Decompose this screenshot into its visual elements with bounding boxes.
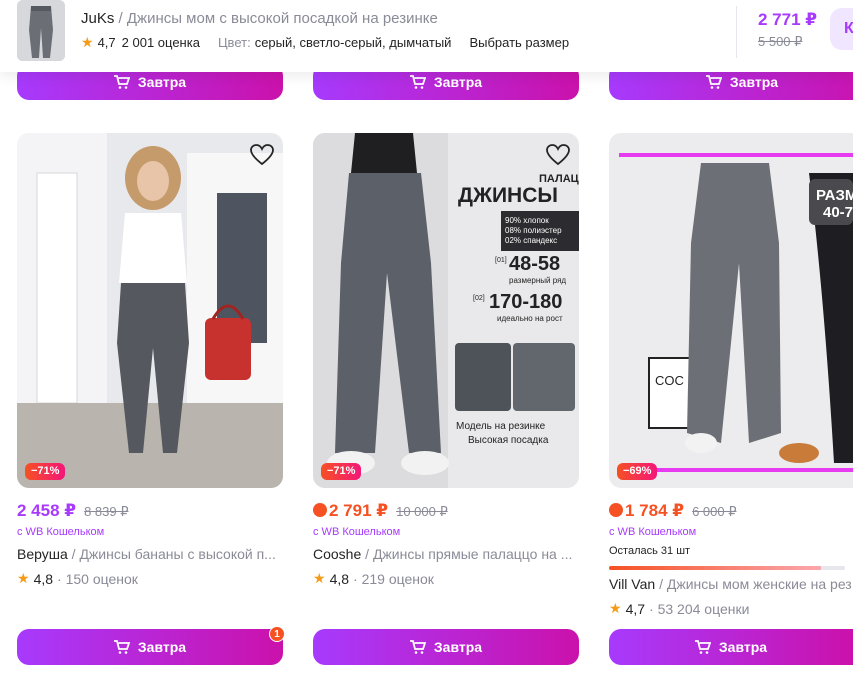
cart-icon bbox=[409, 75, 426, 89]
rating-value: 4,8 bbox=[33, 570, 54, 587]
cart-icon bbox=[113, 75, 130, 89]
add-to-cart-button[interactable]: Завтра bbox=[17, 629, 283, 665]
price-old: 10 000 ₽ bbox=[396, 504, 448, 519]
sticky-product-name: Джинсы мом с высокой посадкой на резинке bbox=[126, 10, 438, 27]
stock-progress bbox=[609, 566, 845, 570]
sticky-product-title[interactable]: JuKs / Джинсы мом с высокой посадкой на … bbox=[81, 10, 438, 27]
price-old: 6 000 ₽ bbox=[692, 504, 737, 519]
product-name: Джинсы бананы с высокой п... bbox=[79, 546, 276, 562]
stock-left: Осталась 31 шт bbox=[609, 545, 691, 557]
heart-icon[interactable] bbox=[249, 143, 275, 167]
price-now: 1 784 ₽ bbox=[625, 501, 685, 520]
select-size-link[interactable]: Выбрать размер bbox=[469, 35, 569, 50]
cart-count-badge: 1 bbox=[269, 626, 285, 642]
product-brand: Cooshe bbox=[313, 546, 362, 562]
cart-icon bbox=[694, 640, 711, 654]
cart-icon bbox=[113, 640, 130, 654]
rating-row: ★ 4,7 · 53 204 оценки bbox=[609, 600, 750, 617]
product-image[interactable]: ПАЛАЦЦО ДЖИНСЫ 90% хлопок 08% полиэстер … bbox=[313, 133, 579, 488]
image-sign: COC bbox=[655, 373, 684, 388]
button-label: Завтра bbox=[718, 639, 768, 655]
stock-progress-fill bbox=[609, 566, 822, 570]
add-to-cart-button[interactable]: Завтра bbox=[609, 629, 853, 665]
product-name: Джинсы мом женские на рез bbox=[666, 576, 852, 592]
fire-icon bbox=[609, 503, 623, 517]
rating-row: ★ 4,8 · 219 оценок bbox=[313, 570, 434, 587]
sticky-separator: / bbox=[118, 10, 123, 27]
sticky-price-now: 2 771 ₽ bbox=[758, 10, 818, 29]
sticky-add-to-cart-button[interactable]: К bbox=[830, 8, 853, 50]
discount-badge: −71% bbox=[25, 463, 66, 480]
sticky-product-bar: JuKs / Джинсы мом с высокой посадкой на … bbox=[0, 0, 853, 72]
image-text-line1: РАЗМЕ bbox=[816, 187, 853, 204]
price-old: 8 839 ₽ bbox=[84, 504, 129, 519]
star-icon: ★ bbox=[313, 570, 326, 586]
rating-row: ★ 4,8 · 150 оценок bbox=[17, 570, 138, 587]
product-title[interactable]: Vill Van / Джинсы мом женские на рез bbox=[609, 576, 853, 592]
product-brand: Веруша bbox=[17, 546, 68, 562]
fire-icon bbox=[313, 503, 327, 517]
image-feature1: Модель на резинке bbox=[456, 421, 546, 432]
sticky-color-value: серый, светло-серый, дымчатый bbox=[254, 35, 452, 50]
image-text-line2: ДЖИНСЫ bbox=[458, 184, 558, 207]
price-row: 2 791 ₽ 10 000 ₽ bbox=[313, 501, 448, 521]
sticky-reviews[interactable]: 2 001 оценка bbox=[122, 35, 200, 50]
button-label: Завтра bbox=[433, 74, 483, 90]
product-thumbnail[interactable] bbox=[17, 0, 65, 61]
star-icon: ★ bbox=[17, 570, 30, 586]
sticky-price-old: 5 500 ₽ bbox=[758, 34, 803, 49]
reviews-count[interactable]: 219 оценок bbox=[362, 571, 434, 587]
reviews-count[interactable]: 150 оценок bbox=[66, 571, 138, 587]
button-label: Завтра bbox=[729, 74, 779, 90]
button-label: Завтра bbox=[137, 639, 187, 655]
star-icon: ★ bbox=[81, 34, 94, 50]
cart-icon bbox=[705, 75, 722, 89]
product-photo bbox=[17, 133, 283, 488]
image-size: 48-58 bbox=[509, 253, 561, 275]
product-title[interactable]: Cooshe / Джинсы прямые палаццо на ... bbox=[313, 546, 575, 562]
product-brand: Vill Van bbox=[609, 576, 656, 592]
cart-icon bbox=[409, 640, 426, 654]
price-row: 1 784 ₽ 6 000 ₽ bbox=[609, 501, 737, 521]
rating-value: 4,8 bbox=[329, 570, 350, 587]
sticky-meta: ★ 4,7 2 001 оценка Цвет: серый, светло-с… bbox=[81, 34, 569, 51]
button-label: Завтра bbox=[433, 639, 483, 655]
image-text-line2: 40-7 bbox=[823, 204, 853, 221]
product-name: Джинсы прямые палаццо на ... bbox=[372, 546, 573, 562]
sticky-color-label: Цвет: bbox=[217, 35, 251, 50]
wallet-note: с WB Кошельком bbox=[17, 526, 105, 538]
rating-value: 4,7 bbox=[625, 600, 646, 617]
wallet-note: с WB Кошельком bbox=[313, 526, 401, 538]
discount-badge: −69% bbox=[617, 463, 658, 480]
product-image[interactable]: −71% bbox=[17, 133, 283, 488]
image-height: 170-180 bbox=[489, 291, 563, 313]
divider bbox=[736, 6, 737, 58]
heart-icon[interactable] bbox=[545, 143, 571, 167]
sticky-rating: 4,7 bbox=[97, 35, 116, 50]
reviews-count[interactable]: 53 204 оценки bbox=[658, 601, 750, 617]
product-image[interactable]: РАЗМЕ 40-7 COC −69% bbox=[609, 133, 853, 488]
image-feature2: Высокая посадка bbox=[468, 435, 549, 446]
button-label: Завтра bbox=[137, 74, 187, 90]
price-row: 2 458 ₽ 8 839 ₽ bbox=[17, 501, 129, 521]
discount-badge: −71% bbox=[321, 463, 362, 480]
price-now: 2 458 ₽ bbox=[17, 501, 77, 520]
add-to-cart-button[interactable]: Завтра bbox=[313, 629, 579, 665]
sticky-brand: JuKs bbox=[81, 10, 115, 27]
product-title[interactable]: Веруша / Джинсы бананы с высокой п... bbox=[17, 546, 279, 562]
star-icon: ★ bbox=[609, 600, 622, 616]
wallet-note: с WB Кошельком bbox=[609, 526, 697, 538]
price-now: 2 791 ₽ bbox=[329, 501, 389, 520]
image-composition: 90% хлопок 08% полиэстер 02% спандекс bbox=[505, 216, 562, 245]
